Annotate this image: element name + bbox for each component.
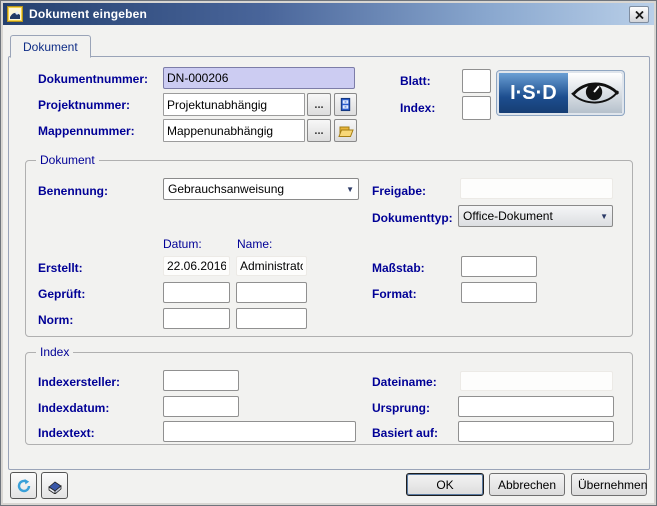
open-folder-icon: [338, 124, 354, 138]
norm-name-input[interactable]: [236, 308, 307, 329]
isd-logo: I·S·D: [497, 71, 624, 115]
dokumentnummer-input[interactable]: [163, 67, 355, 89]
dokumenttyp-value: Office-Dokument: [463, 209, 596, 223]
basiert-auf-label: Basiert auf:: [372, 426, 438, 440]
dateiname-field: [460, 371, 613, 391]
chevron-down-icon: ▼: [346, 185, 354, 194]
datum-column-header: Datum:: [163, 237, 202, 251]
format-label: Format:: [372, 287, 417, 301]
eraser-icon: [47, 478, 63, 494]
mappen-folder-button[interactable]: [334, 119, 357, 142]
erstellt-name-field: [236, 256, 307, 276]
ok-button[interactable]: OK: [406, 473, 484, 496]
indexersteller-input[interactable]: [163, 370, 239, 391]
geprueft-name-input[interactable]: [236, 282, 307, 303]
app-icon: [7, 6, 23, 22]
norm-label: Norm:: [38, 313, 73, 327]
indexersteller-label: Indexersteller:: [38, 375, 120, 389]
index-input[interactable]: [462, 96, 491, 120]
apply-button[interactable]: Übernehmen: [571, 473, 647, 496]
projektnummer-label: Projektnummer:: [38, 98, 130, 112]
blatt-label: Blatt:: [400, 74, 431, 88]
mappennummer-input[interactable]: [163, 119, 305, 142]
isd-eye-icon: [568, 73, 622, 113]
indexdatum-label: Indexdatum:: [38, 401, 109, 415]
benennung-label: Benennung:: [38, 184, 108, 198]
massstab-input[interactable]: [461, 256, 537, 277]
chevron-down-icon: ▼: [600, 212, 608, 221]
window-title: Dokument eingeben: [29, 7, 147, 21]
index-label: Index:: [400, 101, 435, 115]
refresh-button[interactable]: [10, 472, 37, 499]
mappennummer-label: Mappennummer:: [38, 124, 135, 138]
ursprung-input[interactable]: [458, 396, 614, 417]
format-input[interactable]: [461, 282, 537, 303]
dateiname-label: Dateiname:: [372, 375, 437, 389]
projekt-cabinet-button[interactable]: [334, 93, 357, 116]
blatt-input[interactable]: [462, 69, 491, 93]
projektnummer-browse-button[interactable]: ...: [307, 93, 331, 116]
dokumentnummer-label: Dokumentnummer:: [38, 72, 148, 86]
geprueft-label: Geprüft:: [38, 287, 85, 301]
close-button[interactable]: [629, 6, 649, 23]
benennung-value: Gebrauchsanweisung: [168, 182, 342, 196]
massstab-label: Maßstab:: [372, 261, 425, 275]
tab-dokument[interactable]: Dokument: [10, 35, 91, 58]
dokumenttyp-label: Dokumenttyp:: [372, 211, 453, 225]
titlebar: Dokument eingeben: [3, 3, 654, 25]
basiert-auf-input[interactable]: [458, 421, 614, 442]
dialog-window: Dokument eingeben Dokument Dokumentnumme…: [0, 0, 657, 506]
benennung-combobox[interactable]: Gebrauchsanweisung ▼: [163, 178, 359, 200]
indexdatum-input[interactable]: [163, 396, 239, 417]
dokument-group-title: Dokument: [36, 153, 99, 167]
erstellt-label: Erstellt:: [38, 261, 83, 275]
geprueft-datum-input[interactable]: [163, 282, 230, 303]
cabinet-icon: [338, 97, 353, 112]
norm-datum-input[interactable]: [163, 308, 230, 329]
indextext-input[interactable]: [163, 421, 356, 442]
name-column-header: Name:: [237, 237, 272, 251]
index-group-title: Index: [36, 345, 73, 359]
eraser-button[interactable]: [41, 472, 68, 499]
refresh-icon: [16, 478, 32, 494]
indextext-label: Indextext:: [38, 426, 95, 440]
erstellt-datum-field: [163, 256, 230, 276]
cancel-button[interactable]: Abbrechen: [489, 473, 565, 496]
ursprung-label: Ursprung:: [372, 401, 430, 415]
mappennummer-browse-button[interactable]: ...: [307, 119, 331, 142]
dokumenttyp-combobox[interactable]: Office-Dokument ▼: [458, 205, 613, 227]
close-icon: [635, 11, 644, 19]
freigabe-label: Freigabe:: [372, 184, 426, 198]
projektnummer-input[interactable]: [163, 93, 305, 116]
isd-logo-text: I·S·D: [499, 73, 568, 113]
freigabe-field: [460, 178, 613, 199]
